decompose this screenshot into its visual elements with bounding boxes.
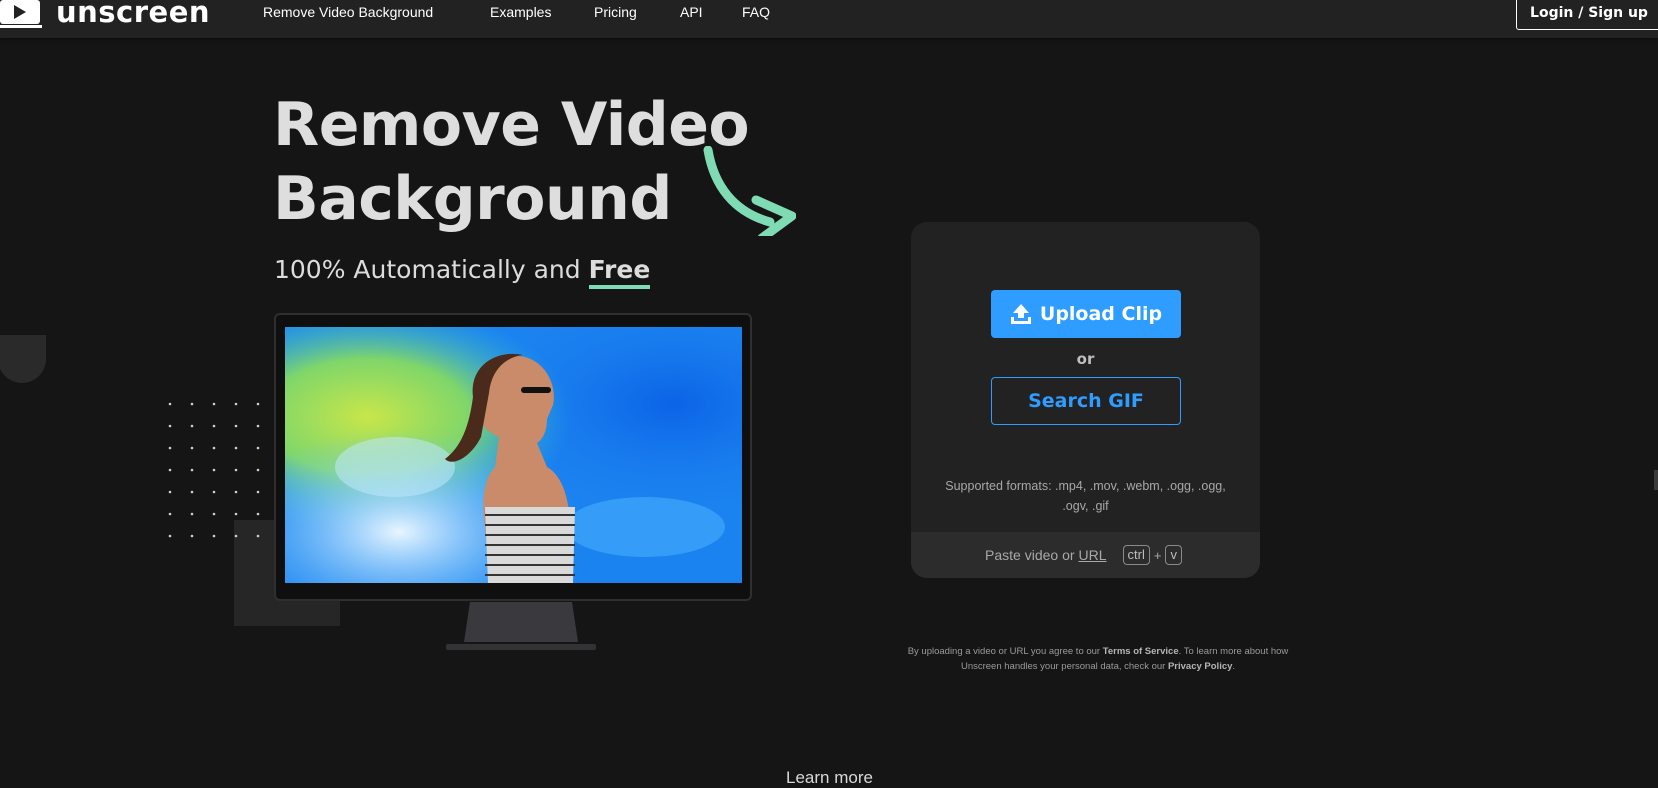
demo-monitor xyxy=(274,313,752,601)
nav-link-pricing[interactable]: Pricing xyxy=(594,4,637,20)
upload-clip-button[interactable]: Upload Clip xyxy=(991,290,1181,338)
nav-link-examples[interactable]: Examples xyxy=(490,4,551,20)
logo-wordmark: unscreen xyxy=(56,0,211,29)
monitor-stand xyxy=(446,602,596,650)
hero-title-line1: Remove Video xyxy=(273,90,750,160)
nav-link-remove-video-background[interactable]: Remove Video Background xyxy=(263,4,433,20)
nav-link-faq[interactable]: FAQ xyxy=(742,4,770,20)
privacy-policy-link[interactable]: Privacy Policy xyxy=(1168,661,1232,672)
legal-notice: By uploading a video or URL you agree to… xyxy=(903,644,1293,674)
supported-formats-text: Supported formats: .mp4, .mov, .webm, .o… xyxy=(945,479,1226,513)
hero-subtitle-free: Free xyxy=(588,255,651,289)
learn-more-link[interactable]: Learn more xyxy=(786,768,873,788)
curved-arrow-icon xyxy=(703,146,796,236)
terms-of-service-link[interactable]: Terms of Service xyxy=(1103,646,1179,657)
top-navbar: unscreen Remove Video Background Example… xyxy=(0,0,1658,38)
hero-subtitle: 100% Automatically and Free xyxy=(274,255,651,289)
hero-subtitle-prefix: 100% Automatically and xyxy=(274,255,581,284)
paste-url-bar: Paste video or URL ctrl + v xyxy=(911,532,1260,578)
or-separator: or xyxy=(1076,350,1095,368)
decorative-dot-grid xyxy=(168,402,260,538)
key-ctrl: ctrl xyxy=(1122,545,1150,565)
key-plus: + xyxy=(1153,547,1162,563)
demo-video-preview xyxy=(285,327,742,583)
upload-clip-label: Upload Clip xyxy=(1039,303,1163,325)
nav-link-api[interactable]: API xyxy=(680,4,703,20)
search-gif-button[interactable]: Search GIF xyxy=(991,377,1181,425)
hero-title-line2: Background xyxy=(273,164,672,234)
scrollbar-thumb[interactable] xyxy=(1654,470,1658,490)
unscreen-logo-icon xyxy=(0,0,42,28)
upload-icon xyxy=(1010,303,1032,325)
unscreen-logo[interactable]: unscreen xyxy=(0,0,210,32)
key-v: v xyxy=(1165,545,1182,565)
decorative-half-circle xyxy=(0,335,46,383)
paste-prefix: Paste video or xyxy=(985,547,1075,563)
login-signup-button[interactable]: Login / Sign up xyxy=(1516,0,1658,30)
legal-text-1: By uploading a video or URL you agree to… xyxy=(907,646,1101,657)
paste-url-link[interactable]: URL xyxy=(1079,547,1107,563)
upload-card: Upload Clip or Search GIF Supported form… xyxy=(911,222,1260,578)
legal-text-3: . xyxy=(1232,661,1236,672)
